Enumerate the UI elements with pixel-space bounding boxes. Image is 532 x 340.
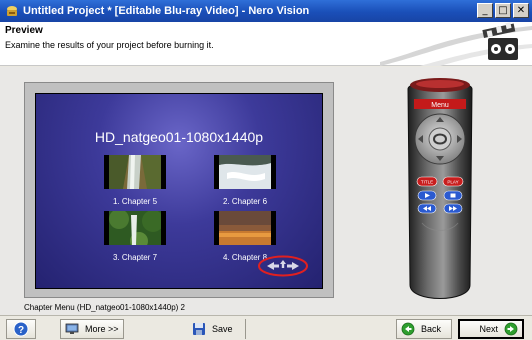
next-button[interactable]: Next [458,319,524,339]
next-arrow-icon [504,322,518,336]
preview-screen[interactable]: HD_natgeo01-1080x1440p 1. Chapter 5 2. C… [35,93,323,289]
page-title: Preview [5,25,43,36]
more-button[interactable]: More >> [60,319,124,339]
help-icon: ? [13,321,29,337]
chapter-label: 2. Chapter 6 [222,197,268,206]
minimize-button[interactable]: _ [477,3,493,18]
next-label: Next [479,324,498,334]
chapter-label: 1. Chapter 5 [112,197,158,206]
header-decoration [380,22,532,66]
nero-app-icon [7,6,17,16]
page-header: Preview Examine the results of your proj… [0,22,532,66]
chapter-label: 3. Chapter 7 [112,253,158,262]
page-subtitle: Examine the results of your project befo… [5,40,214,50]
save-label: Save [212,324,233,334]
menu-navigation-arrows-icon[interactable] [257,255,309,277]
status-text: Chapter Menu (HD_natgeo01-1080x1440p) 2 [24,303,185,312]
remote-play-label: PLAY [447,180,458,185]
back-arrow-icon [401,322,415,336]
more-label: More >> [85,324,119,334]
film-clapper-icon [482,22,518,60]
chapter-item-2[interactable]: 2. Chapter 6 [190,155,300,206]
waterfall-canyon-thumbnail [104,155,166,189]
nero-vision-window: Untitled Project * [Editable Blu-ray Vid… [0,0,532,340]
bottom-toolbar: ? More >> Save Back Next [0,315,532,340]
waterfall-rapids-thumbnail [214,155,276,189]
monitor-icon [65,323,79,334]
close-button[interactable]: ✕ [513,3,529,18]
save-button[interactable]: Save [188,319,246,339]
remote-title-label: TITLE [421,180,433,185]
remote-control: Menu TITLE PLAY [407,78,473,299]
title-bar[interactable]: Untitled Project * [Editable Blu-ray Vid… [0,0,532,22]
chapter-item-3[interactable]: 3. Chapter 7 [80,209,190,262]
help-button[interactable]: ? [6,319,36,339]
window-controls: _ □ ✕ [477,3,529,18]
jungle-waterfall-thumbnail [104,209,166,250]
preview-frame: HD_natgeo01-1080x1440p 1. Chapter 5 2. C… [24,82,334,298]
svg-text:?: ? [18,325,24,336]
sunset-lake-thumbnail [214,211,276,245]
window-title: Untitled Project * [Editable Blu-ray Vid… [23,5,310,17]
back-label: Back [421,324,442,334]
remote-menu-label: Menu [431,102,449,109]
save-icon [193,323,205,335]
menu-title: HD_natgeo01-1080x1440p [94,129,264,145]
maximize-button[interactable]: □ [495,3,511,18]
back-button[interactable]: Back [396,319,452,339]
chapter-item-1[interactable]: 1. Chapter 5 [80,155,190,206]
preview-area: HD_natgeo01-1080x1440p 1. Chapter 5 2. C… [0,67,532,315]
